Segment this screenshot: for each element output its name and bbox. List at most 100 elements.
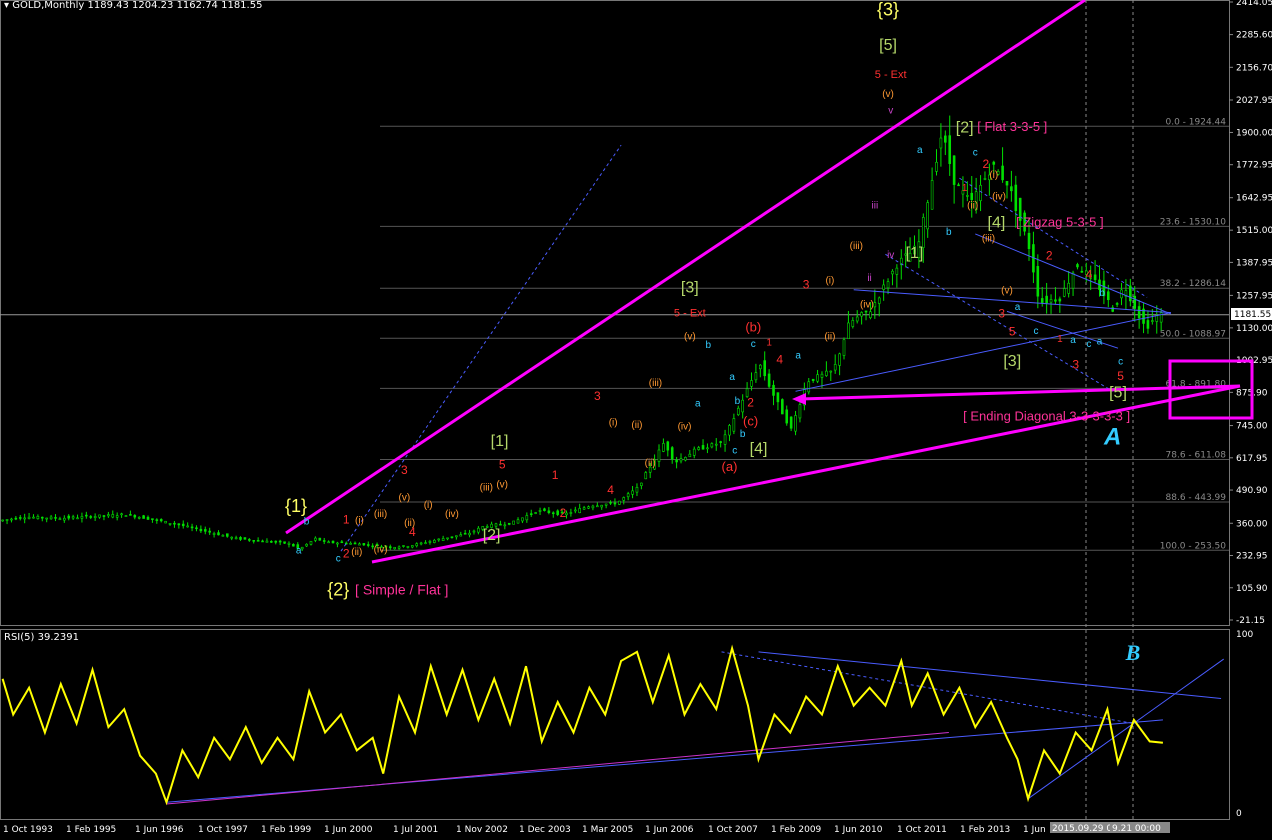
rsi-header: RSI(5) 39.2391	[4, 632, 79, 643]
rsi-y-tick-label: 0	[1236, 809, 1242, 819]
candle-body	[521, 517, 524, 522]
y-axis-tick-label: 1387.95	[1236, 258, 1272, 268]
candle-body	[587, 506, 590, 509]
candle-body	[411, 545, 414, 548]
wave-label: [4]	[750, 440, 768, 457]
candle-body	[952, 155, 956, 185]
wave-label: a	[729, 372, 735, 383]
fib-level-label: 23.6 - 1530.10	[1160, 217, 1226, 227]
wave-label: b	[946, 227, 952, 238]
candle-body	[613, 502, 617, 505]
wave-label: (ii)	[645, 458, 656, 469]
wave-label: 2	[560, 506, 567, 520]
candle-body	[582, 507, 586, 510]
candle-body	[873, 302, 877, 308]
candle-body	[120, 513, 123, 516]
candle-body	[675, 459, 678, 463]
candle-body	[54, 517, 57, 519]
y-axis-tick-label: 1642.95	[1236, 194, 1272, 204]
candle-body	[1040, 298, 1044, 303]
wave-label: a	[1097, 336, 1103, 347]
candle-body	[635, 487, 639, 493]
y-axis-tick-label: 1900.00	[1236, 128, 1272, 138]
wave-label: [3]	[681, 279, 699, 296]
wave-label: 4	[409, 525, 416, 539]
candle-body	[622, 497, 626, 501]
wave-label: 2	[982, 157, 989, 171]
y-axis-tick-label: 232.95	[1236, 552, 1268, 562]
x-axis-tick-label: 1 Jun	[1023, 825, 1046, 835]
candle-body	[966, 195, 969, 197]
wave-label: (ii)	[824, 331, 835, 342]
candle-body	[419, 542, 423, 545]
rsi-label-b: B	[1125, 640, 1141, 665]
wave-label: (iii)	[480, 482, 493, 493]
candle-body	[1133, 295, 1137, 309]
candle-body	[979, 184, 982, 201]
candle-body	[851, 320, 855, 327]
candle-body	[921, 217, 925, 248]
wave-label: iv	[887, 250, 894, 261]
candle-body	[811, 378, 815, 381]
candle-body	[970, 192, 974, 200]
candle-body	[49, 516, 53, 520]
candle-body	[631, 490, 634, 495]
candle-body	[794, 415, 797, 432]
candle-body	[388, 546, 392, 549]
candle-body	[609, 501, 612, 504]
wave-label: [ Flat 3-3-5 ]	[977, 119, 1047, 134]
candle-body	[137, 516, 141, 519]
y-axis-tick-label: 2285.60	[1236, 31, 1272, 41]
candle-body	[1062, 288, 1066, 297]
candle-body	[63, 517, 66, 521]
candle-body	[728, 425, 731, 436]
candle-body	[534, 512, 537, 514]
candle-body	[406, 546, 410, 548]
candle-body	[640, 482, 643, 486]
chart-symbol-header: ▾ GOLD,Monthly 1189.43 1204.23 1162.74 1…	[4, 0, 262, 11]
candle-body	[785, 409, 789, 424]
fib-level-label: 38.2 - 1286.14	[1160, 279, 1226, 289]
candle-body	[133, 515, 137, 518]
wave-label: c	[751, 339, 756, 350]
candle-body	[331, 540, 335, 544]
wave-label: (v)	[684, 331, 696, 342]
candle-body	[256, 540, 260, 542]
candle-body	[393, 547, 396, 550]
candle-body	[547, 510, 551, 514]
candle-body	[525, 515, 529, 521]
wave-label: (i)	[825, 275, 834, 286]
y-axis-tick-label: -21.15	[1236, 616, 1265, 626]
candle-body	[820, 373, 824, 378]
candle-body	[842, 339, 846, 356]
candle-body	[618, 500, 621, 505]
wave-label: 3	[803, 278, 810, 292]
x-axis-tick-label: 1 Oct 1993	[3, 825, 53, 835]
candle-body	[1027, 232, 1031, 249]
wave-label: 1	[552, 468, 559, 482]
candle-body	[415, 543, 419, 547]
candle-body	[1080, 270, 1084, 273]
candle-body	[199, 528, 203, 532]
x-axis-tick-label: 1 Jun 2010	[834, 825, 883, 835]
wave-label: (a)	[722, 459, 738, 474]
candle-body	[1001, 165, 1004, 181]
candle-body	[40, 516, 44, 519]
y-axis-tick-label: 2414.05	[1236, 0, 1272, 8]
candle-body	[208, 530, 211, 533]
candle-body	[124, 515, 128, 517]
x-axis-tick-label: 1 Dec 2003	[519, 825, 571, 835]
candle-body	[798, 404, 802, 419]
candle-body	[1151, 320, 1154, 322]
candle-body	[507, 522, 511, 525]
candle-body	[428, 541, 432, 543]
candle-body	[318, 537, 322, 541]
candle-body	[763, 360, 767, 377]
candle-body	[10, 518, 13, 521]
x-axis-tick-label: 1 Feb 1999	[261, 825, 312, 835]
candle-body	[129, 514, 132, 516]
candle-body	[626, 493, 630, 498]
candle-body	[433, 539, 436, 543]
candle-body	[142, 515, 145, 519]
candle-body	[1107, 291, 1110, 301]
